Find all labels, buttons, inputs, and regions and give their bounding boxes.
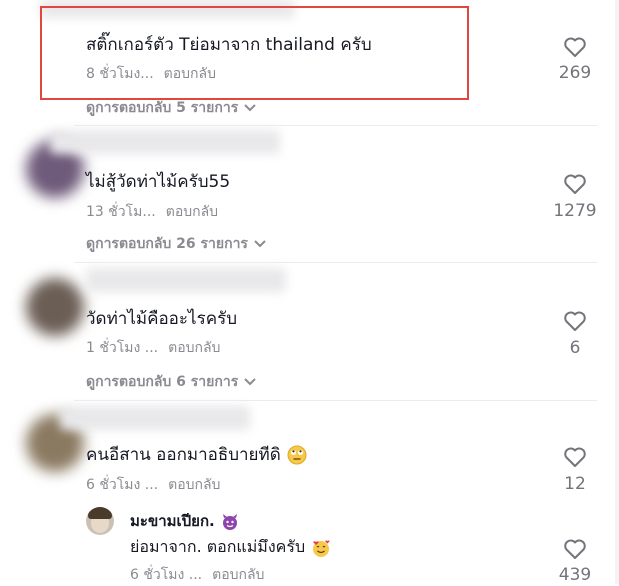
eye-roll-emoji (287, 445, 307, 465)
reply-button[interactable]: ตอบกลับ (168, 340, 220, 356)
chevron-down-icon (244, 378, 256, 386)
chevron-down-icon (254, 240, 266, 248)
reply-avatar[interactable] (86, 507, 114, 535)
view-replies-label: ดูการตอบกลับ 26 รายการ (86, 236, 248, 252)
reply-button[interactable]: ตอบกลับ (164, 66, 216, 82)
comment-text-content: คนอีสาน ออกมาอธิบายทีดิ (86, 445, 281, 465)
like-count: 269 (558, 63, 592, 83)
blurred-username (86, 268, 286, 292)
blurred-username (50, 130, 280, 154)
reply-meta: 6 ชั่วโมง ... ตอบกลับ (130, 566, 264, 584)
heart-outline-icon[interactable] (563, 446, 587, 468)
comment-text: สติ๊กเกอร์ตัว Tย่อมาจาก thailand ครับ (86, 35, 372, 55)
heart-outline-icon[interactable] (563, 36, 587, 58)
comment-divider (74, 400, 597, 401)
heart-outline-icon[interactable] (563, 538, 587, 560)
comment-meta: 1 ชั่วโมง ... ตอบกลับ (86, 339, 220, 357)
like-count: 439 (558, 565, 592, 585)
smiling-face-with-hearts-emoji (313, 539, 330, 557)
reply-button[interactable]: ตอบกลับ (212, 567, 264, 583)
comment-time: 8 ชั่วโมง... (86, 66, 154, 82)
reply-text-content: ย่อมาจาก. ตอกแม่มึงครับ (130, 537, 306, 556)
reply-username-label: มะขามเปียก. (130, 512, 215, 530)
like-count: 1279 (553, 201, 597, 221)
purple-devil-emoji (222, 513, 237, 530)
view-replies-label: ดูการตอบกลับ 6 รายการ (86, 374, 239, 390)
comment-time: 1 ชั่วโมง ... (86, 340, 159, 356)
reply-button[interactable]: ตอบกลับ (168, 477, 220, 493)
view-replies-button[interactable]: ดูการตอบกลับ 5 รายการ (86, 99, 256, 117)
comment-divider (74, 125, 597, 126)
reply-time: 6 ชั่วโมง ... (130, 567, 203, 583)
comment-divider (74, 262, 597, 263)
blurred-username (60, 406, 250, 430)
reply-text: ย่อมาจาก. ตอกแม่มึงครับ (130, 536, 331, 558)
view-replies-button[interactable]: ดูการตอบกลับ 6 รายการ (86, 373, 256, 391)
reply-button[interactable]: ตอบกลับ (166, 204, 218, 220)
chevron-down-icon (244, 104, 256, 112)
comment-time: 13 ชั่วโม... (86, 204, 156, 220)
comment-text: วัดท่าไม้คืออะไรครับ (86, 309, 237, 329)
comment-text: คนอีสาน ออกมาอธิบายทีดิ (86, 444, 307, 466)
view-replies-button[interactable]: ดูการตอบกลับ 26 รายการ (86, 235, 266, 253)
avatar[interactable] (26, 278, 84, 336)
like-count: 12 (564, 474, 586, 494)
like-count: 6 (569, 338, 581, 358)
comment-meta: 8 ชั่วโมง... ตอบกลับ (86, 65, 216, 83)
view-replies-label: ดูการตอบกลับ 5 รายการ (86, 100, 239, 116)
comment-text: ไม่สู้วัดท่าไม้ครับ55 (86, 172, 231, 192)
heart-outline-icon[interactable] (563, 173, 587, 195)
heart-outline-icon[interactable] (563, 310, 587, 332)
comment-meta: 6 ชั่วโมง ... ตอบกลับ (86, 476, 220, 494)
comment-time: 6 ชั่วโมง ... (86, 477, 159, 493)
scrollbar[interactable] (615, 0, 619, 584)
comment-meta: 13 ชั่วโม... ตอบกลับ (86, 203, 218, 221)
reply-username[interactable]: มะขามเปียก. (130, 510, 239, 532)
